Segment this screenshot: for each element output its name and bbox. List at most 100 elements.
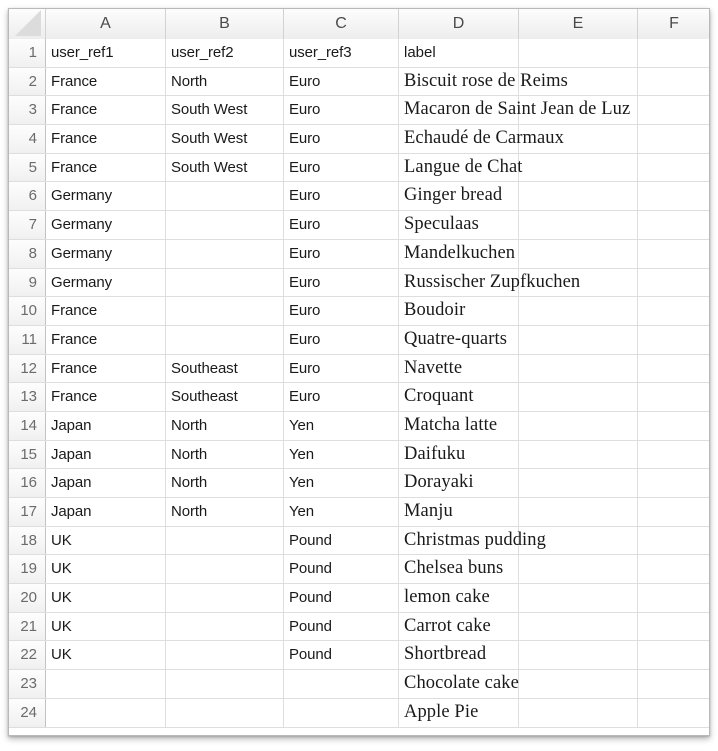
row-header-10[interactable]: 10 xyxy=(9,297,46,325)
row-header-4[interactable]: 4 xyxy=(9,125,46,153)
row-header-17[interactable]: 17 xyxy=(9,498,46,526)
cell-e1[interactable] xyxy=(519,39,638,67)
column-header-c[interactable]: C xyxy=(284,9,399,39)
row-header-5[interactable]: 5 xyxy=(9,153,46,182)
row-header-15[interactable]: 15 xyxy=(9,440,46,469)
cell-d16[interactable]: Dorayaki xyxy=(399,469,519,497)
cell-a17[interactable]: Japan xyxy=(46,498,166,526)
cell-c19[interactable]: Pound xyxy=(284,555,399,584)
table-row[interactable]: 14 Japan North Yen Matcha latte xyxy=(9,411,709,441)
cell-c20[interactable]: Pound xyxy=(284,584,399,612)
cell-c21[interactable]: Pound xyxy=(284,612,399,641)
cell-e8[interactable] xyxy=(519,239,638,268)
cell-a4[interactable]: France xyxy=(46,125,166,153)
cell-f19[interactable] xyxy=(638,555,709,583)
cell-c5[interactable]: Euro xyxy=(284,153,399,182)
cell-e7[interactable] xyxy=(519,211,638,239)
cell-b2[interactable]: North xyxy=(166,67,284,96)
column-header-d[interactable]: D xyxy=(399,9,519,39)
cell-b12[interactable]: Southeast xyxy=(166,354,284,383)
cell-b17[interactable]: North xyxy=(166,498,284,526)
cell-d1[interactable]: label xyxy=(399,39,519,67)
cell-d24[interactable]: Apple Pie xyxy=(399,698,519,727)
cell-d18[interactable]: Christmas pudding xyxy=(399,526,546,555)
cell-f15[interactable] xyxy=(638,441,709,469)
table-row[interactable]: 17 Japan North Yen Manju xyxy=(9,498,709,527)
cell-c10[interactable]: Euro xyxy=(284,297,399,325)
cell-c6[interactable]: Euro xyxy=(284,182,399,211)
cell-c24[interactable] xyxy=(284,698,399,727)
cell-c12[interactable]: Euro xyxy=(284,354,399,383)
cell-d3[interactable]: Macaron de Saint Jean de Luz xyxy=(399,96,630,125)
column-header-a[interactable]: A xyxy=(46,9,166,39)
cell-b21[interactable] xyxy=(166,612,284,641)
cell-d17[interactable]: Manju xyxy=(399,498,519,526)
cell-d11[interactable]: Quatre-quarts xyxy=(399,325,519,354)
table-row[interactable]: 12 France Southeast Euro Navette xyxy=(9,354,709,384)
cell-b8[interactable] xyxy=(166,239,284,268)
cell-a13[interactable]: France xyxy=(46,383,166,411)
table-row[interactable]: 15 Japan North Yen Daifuku xyxy=(9,440,709,470)
row-header-6[interactable]: 6 xyxy=(9,182,46,211)
row-header-8[interactable]: 8 xyxy=(9,239,46,268)
cell-b24[interactable] xyxy=(166,698,284,727)
cell-d9[interactable]: Russischer Zupfkuchen xyxy=(399,268,580,297)
table-row[interactable]: 19 UK Pound Chelsea buns xyxy=(9,555,709,585)
table-row[interactable]: 22 UK Pound Shortbread xyxy=(9,641,709,671)
table-row[interactable]: 4 France South West Euro Echaudé de Carmaux xyxy=(9,125,709,154)
cell-a18[interactable]: UK xyxy=(46,526,166,555)
row-header-20[interactable]: 20 xyxy=(9,584,46,612)
cell-a1[interactable]: user_ref1 xyxy=(46,39,166,67)
cell-e10[interactable] xyxy=(519,297,638,325)
cell-c11[interactable]: Euro xyxy=(284,325,399,354)
cell-b14[interactable]: North xyxy=(166,411,284,440)
cell-d12[interactable]: Navette xyxy=(399,354,519,383)
cell-f14[interactable] xyxy=(638,412,709,440)
cell-c7[interactable]: Euro xyxy=(284,211,399,239)
cell-f13[interactable] xyxy=(638,383,709,411)
cell-b3[interactable]: South West xyxy=(166,96,284,125)
table-row[interactable]: 2 France North Euro Biscuit rose de Reims xyxy=(9,67,709,97)
cell-c15[interactable]: Yen xyxy=(284,440,399,469)
row-header-3[interactable]: 3 xyxy=(9,96,46,125)
cell-b15[interactable]: North xyxy=(166,440,284,469)
row-header-12[interactable]: 12 xyxy=(9,354,46,383)
cell-d14[interactable]: Matcha latte xyxy=(399,411,519,440)
cell-b10[interactable] xyxy=(166,297,284,325)
cell-d15[interactable]: Daifuku xyxy=(399,440,519,469)
cell-c4[interactable]: Euro xyxy=(284,125,399,153)
cell-c16[interactable]: Yen xyxy=(284,469,399,497)
cell-e14[interactable] xyxy=(519,411,638,440)
cell-e23[interactable] xyxy=(519,670,638,698)
cell-e13[interactable] xyxy=(519,383,638,411)
row-header-24[interactable]: 24 xyxy=(9,698,46,727)
cell-a9[interactable]: Germany xyxy=(46,268,166,297)
table-row[interactable]: 18 UK Pound Christmas pudding xyxy=(9,526,709,556)
table-row[interactable]: 6 Germany Euro Ginger bread xyxy=(9,182,709,212)
cell-f8[interactable] xyxy=(638,240,709,268)
cell-f7[interactable] xyxy=(638,211,709,239)
cell-f12[interactable] xyxy=(638,355,709,383)
cell-d21[interactable]: Carrot cake xyxy=(399,612,519,641)
table-row[interactable]: 24 Apple Pie xyxy=(9,698,709,728)
cell-b23[interactable] xyxy=(166,670,284,698)
cell-d20[interactable]: lemon cake xyxy=(399,584,519,612)
cell-f5[interactable] xyxy=(638,154,709,182)
cell-f2[interactable] xyxy=(638,68,709,96)
cell-b20[interactable] xyxy=(166,584,284,612)
cell-e22[interactable] xyxy=(519,641,638,670)
row-header-21[interactable]: 21 xyxy=(9,612,46,641)
cell-a16[interactable]: Japan xyxy=(46,469,166,497)
cell-f23[interactable] xyxy=(638,670,709,698)
cell-f18[interactable] xyxy=(638,527,709,555)
spreadsheet-grid[interactable]: A B C D E F 1 user_ref1 user_ref2 user_r… xyxy=(8,8,710,736)
table-row[interactable]: 9 Germany Euro Russischer Zupfkuchen xyxy=(9,268,709,298)
table-row[interactable]: 23 Chocolate cake xyxy=(9,670,709,699)
table-row[interactable]: 5 France South West Euro Langue de Chat xyxy=(9,153,709,183)
cell-b19[interactable] xyxy=(166,555,284,584)
row-header-1[interactable]: 1 xyxy=(9,39,46,67)
grid-body[interactable]: 1 user_ref1 user_ref2 user_ref3 label 2F… xyxy=(9,39,709,735)
cell-f17[interactable] xyxy=(638,498,709,526)
cell-c23[interactable] xyxy=(284,670,399,698)
cell-f1[interactable] xyxy=(638,39,709,67)
